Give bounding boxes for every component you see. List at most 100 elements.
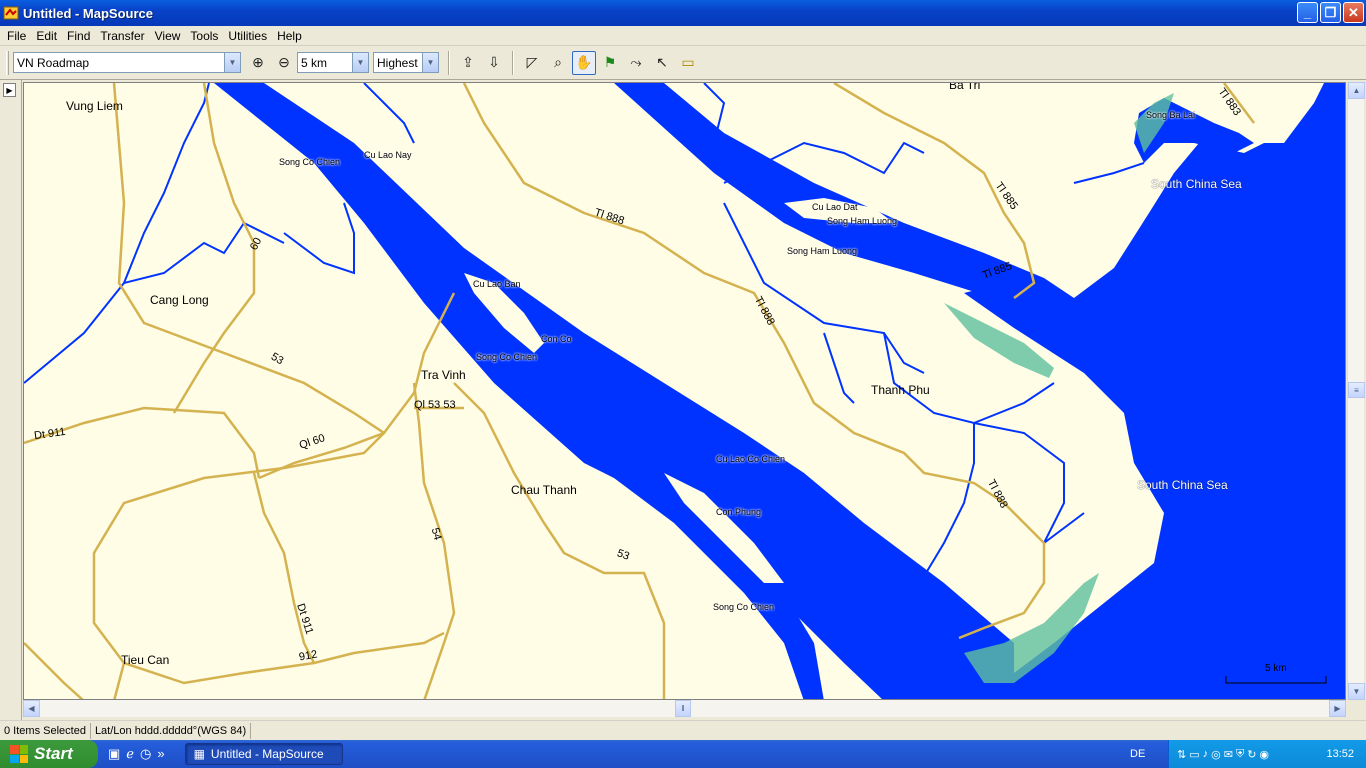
browser-icon[interactable]: ℯ [126,746,134,762]
water-label[interactable]: Song Ham Luong [827,216,897,226]
clock-app-icon[interactable]: ◎ [1211,748,1221,761]
menu-edit[interactable]: Edit [31,29,62,43]
taskbar: Start ▣ ℯ ◷ » ▦ Untitled - MapSource DE … [0,740,1366,768]
route-tool-icon: ⤳ [630,54,642,70]
map-tool-icon: ◸ [526,54,538,70]
start-label: Start [34,744,73,763]
zoom-level-value: 5 km [301,55,328,70]
menu-transfer[interactable]: Transfer [95,29,149,43]
place-label[interactable]: Chau Thanh [511,483,577,497]
detail-level-value: Highest [377,55,418,70]
toolbar-grip[interactable] [6,50,9,75]
horizontal-scrollbar[interactable]: ◀ ‖ ▶ [23,700,1346,717]
update-icon[interactable]: ↻ [1247,748,1256,761]
waypoint-tool-icon: ⚑ [603,54,617,70]
status-bar: 0 Items Selected Lat/Lon hddd.ddddd°(WGS… [0,720,1366,740]
menu-find[interactable]: Find [62,29,95,43]
close-button[interactable]: ✕ [1343,2,1364,23]
maximize-button[interactable]: ❐ [1320,2,1341,23]
vertical-scrollbar[interactable]: ▲ ≡ ▼ [1347,82,1365,700]
zoom-level-select[interactable]: 5 km ▼ [297,52,369,73]
place-label[interactable]: Ba Tri [949,83,980,92]
chevron-down-icon[interactable]: ▼ [422,53,438,72]
toolbar-separator [448,50,450,75]
chevron-down-icon[interactable]: ▼ [224,53,240,72]
receive-from-device-icon: ⇪ [462,54,474,70]
more-chevron-icon[interactable]: » [157,746,164,762]
security-icon[interactable]: ⛨ [1236,748,1244,761]
toolbar: VN Roadmap ▼ ⊕ ⊖ 5 km ▼ Highest ▼ ⇪ ⇩ ◸ … [0,46,1366,80]
scroll-up-button[interactable]: ▲ [1348,82,1365,99]
water-label[interactable]: Cu Lao Ban [473,279,521,289]
distance-tool-button[interactable]: ▭ [676,51,700,75]
scroll-left-button[interactable]: ◀ [23,700,40,717]
place-label[interactable]: Tra Vinh [421,368,466,382]
menu-help[interactable]: Help [272,29,307,43]
water-label[interactable]: Con Phung [716,507,761,517]
place-label[interactable]: Cang Long [150,293,209,307]
system-tray: ⇅ ▭ ♪ ◎ ✉ ⛨ ↻ ◉ 13:52 [1168,740,1366,768]
antivirus-icon[interactable]: ◉ [1259,748,1269,761]
taskbar-window-title: Untitled - MapSource [210,747,324,761]
desktop-icon[interactable]: ▣ [108,746,120,762]
language-indicator[interactable]: DE [1130,748,1145,760]
place-label[interactable]: Tieu Can [121,653,169,667]
water-label[interactable]: Cu Lao Dat [812,202,858,212]
sea-area [934,83,1345,699]
minimize-button[interactable]: _ [1297,2,1318,23]
receive-from-device-button[interactable]: ⇪ [456,51,480,75]
water-label[interactable]: Cu Lao Co Chien [716,454,785,464]
water-label[interactable]: Song Ham Luong [787,246,857,256]
sea-label[interactable]: South China Sea [1151,177,1242,191]
map-product-select[interactable]: VN Roadmap ▼ [13,52,241,73]
title-bar: Untitled - MapSource _ ❐ ✕ [0,0,1366,26]
zoom-in-icon: ⊕ [252,54,264,70]
selection-status: 0 Items Selected [0,722,91,739]
scroll-down-button[interactable]: ▼ [1348,683,1365,700]
network-icon[interactable]: ⇅ [1177,748,1186,761]
water-label[interactable]: Song Co Chien [476,352,537,362]
sea-label[interactable]: South China Sea [1137,478,1228,492]
road-label[interactable]: Ql 53 53 [414,399,456,411]
detail-level-select[interactable]: Highest ▼ [373,52,439,73]
taskbar-window-button[interactable]: ▦ Untitled - MapSource [184,743,343,765]
place-label[interactable]: Vung Liem [66,99,123,113]
scroll-right-button[interactable]: ▶ [1329,700,1346,717]
zoom-tool-button[interactable]: ⌕ [546,51,570,75]
waypoint-tool-button[interactable]: ⚑ [598,51,622,75]
menu-file[interactable]: File [2,29,31,43]
volume-icon[interactable]: ♪ [1203,748,1209,761]
zoom-out-icon: ⊖ [278,54,290,70]
menu-tools[interactable]: Tools [185,29,223,43]
calendar-icon[interactable]: ◷ [140,746,151,762]
expand-panel-button[interactable]: ▶ [3,83,16,97]
menu-utilities[interactable]: Utilities [223,29,272,43]
menu-view[interactable]: View [150,29,186,43]
map-product-value: VN Roadmap [17,55,90,70]
display-icon[interactable]: ▭ [1189,748,1199,761]
send-to-device-button[interactable]: ⇩ [482,51,506,75]
vertical-scroll-thumb[interactable]: ≡ [1348,382,1365,398]
scale-label: 5 km [1265,663,1287,674]
zoom-out-button[interactable]: ⊖ [272,51,296,75]
water-label[interactable]: Cu Lao Nay [364,150,412,160]
water-label[interactable]: Con Co [541,334,572,344]
water-label[interactable]: Song Co Chien [713,602,774,612]
clock[interactable]: 13:52 [1326,748,1354,760]
horizontal-scroll-thumb[interactable]: ‖ [675,700,691,717]
selection-tool-button[interactable]: ↖ [650,51,674,75]
water-label[interactable]: Song Co Chien [279,157,340,167]
route-tool-button[interactable]: ⤳ [624,51,648,75]
messenger-icon[interactable]: ✉ [1224,748,1233,761]
water-label[interactable]: Song Ba Lai [1146,110,1195,120]
map-canvas[interactable] [24,83,1346,700]
hand-tool-icon: ✋ [575,54,593,70]
hand-tool-button[interactable]: ✋ [572,50,596,75]
map-tool-button[interactable]: ◸ [520,51,544,75]
start-button[interactable]: Start [0,740,98,768]
place-label[interactable]: Thanh Phu [871,383,930,397]
zoom-in-button[interactable]: ⊕ [246,51,270,75]
map-view[interactable]: Vung Liem Cang Long Tra Vinh Chau Thanh … [23,82,1346,700]
window-title: Untitled - MapSource [23,5,154,21]
chevron-down-icon[interactable]: ▼ [352,53,368,72]
